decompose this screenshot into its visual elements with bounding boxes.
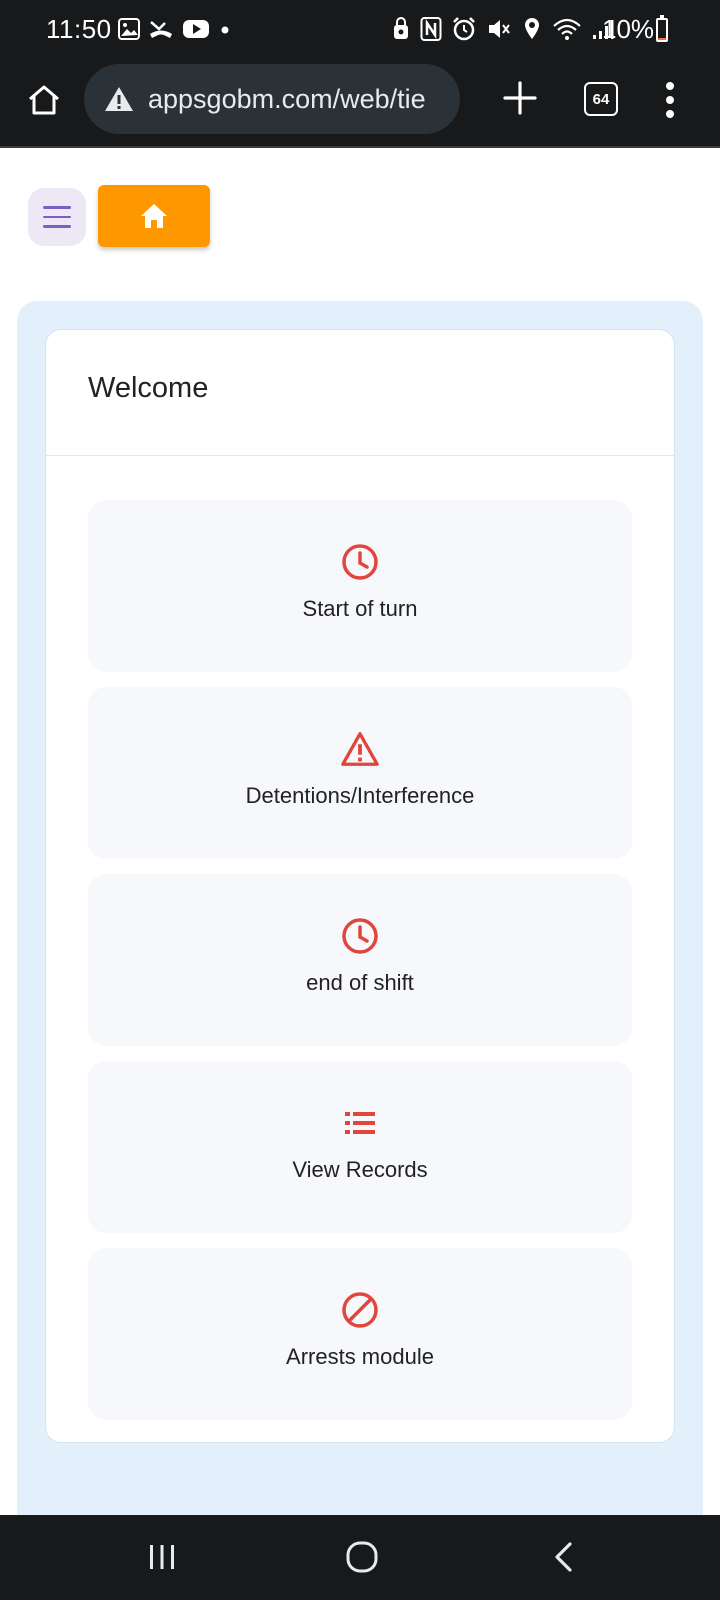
tile-label: Start of turn <box>302 596 418 621</box>
web-page: Welcome Start of turn Detentions/Interfe… <box>0 150 720 1515</box>
hamburger-line <box>43 215 71 219</box>
clock-icon <box>340 542 380 582</box>
nfc-icon <box>420 17 442 41</box>
battery-icon <box>656 15 668 42</box>
menu-dot <box>666 96 674 104</box>
list-icon <box>340 1103 380 1143</box>
location-icon <box>525 18 539 39</box>
tile-label: end of shift <box>306 970 414 995</box>
system-nav-bar <box>0 1515 720 1600</box>
status-bar: 11:50 10% <box>0 0 720 60</box>
card-title: Welcome <box>88 372 209 404</box>
gallery-icon <box>118 18 140 40</box>
status-left-icons <box>118 18 232 40</box>
status-time: 11:50 <box>46 14 112 44</box>
warning-icon[interactable] <box>104 85 134 113</box>
tile-start-of-turn[interactable]: Start of turn <box>88 500 632 672</box>
hamburger-line <box>43 225 71 228</box>
alarm-icon <box>453 17 475 41</box>
home-button[interactable] <box>98 185 210 247</box>
content-panel: Welcome Start of turn Detentions/Interfe… <box>17 301 703 1515</box>
status-right-icons <box>392 16 614 42</box>
tile-end-of-shift[interactable]: end of shift <box>88 874 632 1046</box>
tile-view-records[interactable]: View Records <box>88 1061 632 1233</box>
menu-dot <box>666 110 674 118</box>
address-bar[interactable]: appsgobm.com/web/tie <box>84 64 460 134</box>
notification-dot-icon <box>221 26 229 34</box>
warning-triangle-icon <box>340 729 380 769</box>
wifi-icon <box>553 18 581 40</box>
home-icon <box>141 204 167 228</box>
mute-icon <box>489 20 510 38</box>
browser-menu-button[interactable] <box>656 78 684 122</box>
welcome-card: Welcome Start of turn Detentions/Interfe… <box>45 329 675 1443</box>
vpn-icon <box>394 17 408 39</box>
browser-home-button[interactable] <box>22 78 66 122</box>
back-icon[interactable] <box>548 1537 578 1577</box>
tile-detentions-interference[interactable]: Detentions/Interference <box>88 687 632 859</box>
home-circle-icon[interactable] <box>342 1537 382 1577</box>
url-text: appsgobm.com/web/tie <box>148 83 426 114</box>
new-tab-icon[interactable] <box>500 78 540 118</box>
tile-arrests-module[interactable]: Arrests module <box>88 1248 632 1420</box>
battery-percent: 10% <box>602 14 655 44</box>
tile-label: View Records <box>292 1157 428 1182</box>
card-header: Welcome <box>46 330 674 456</box>
browser-toolbar: appsgobm.com/web/tie 64 <box>0 60 720 148</box>
youtube-icon <box>183 20 209 38</box>
menu-dot <box>666 82 674 90</box>
tab-count: 64 <box>592 90 610 108</box>
tile-list: Start of turn Detentions/Interference en… <box>88 500 632 1435</box>
hamburger-menu-button[interactable] <box>28 188 86 246</box>
tab-switcher-button[interactable]: 64 <box>584 82 618 116</box>
hamburger-line <box>43 206 71 209</box>
recents-icon[interactable] <box>145 1537 179 1577</box>
battery-level <box>658 38 666 40</box>
tile-label: Detentions/Interference <box>245 783 475 808</box>
home-outline-icon <box>29 85 59 115</box>
ban-icon <box>340 1290 380 1330</box>
tile-label: Arrests module <box>286 1344 434 1369</box>
missed-call-icon <box>150 21 172 38</box>
clock-icon <box>340 916 380 956</box>
